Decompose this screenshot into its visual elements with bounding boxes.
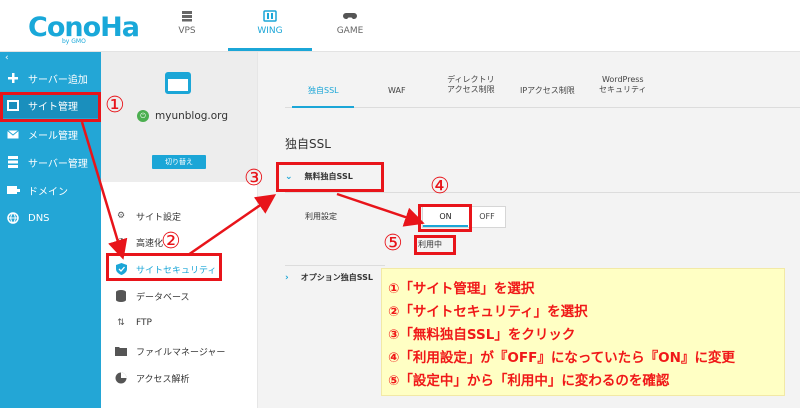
- arrow-2: [187, 194, 277, 257]
- note-step-1: ①「サイト管理」を選択: [388, 281, 535, 297]
- marker-2: ②: [161, 229, 181, 254]
- marker-3: ③: [244, 166, 264, 191]
- highlight-status: [414, 235, 456, 255]
- instruction-note: ①「サイト管理」を選択 ②「サイトセキュリティ」を選択 ③「無料独自SSL」をク…: [381, 268, 785, 396]
- arrow-3: [336, 192, 425, 227]
- note-step-2: ②「サイトセキュリティ」を選択: [388, 304, 588, 320]
- arrow-1: [80, 121, 128, 260]
- screenshot-stage: ConoHa by GMO VPS WING GAME ‹ サーバー追加 サイト…: [0, 0, 800, 408]
- highlight-free-ssl: [276, 162, 384, 192]
- note-step-3: ③「無料独自SSL」をクリック: [388, 327, 576, 343]
- marker-4: ④: [430, 174, 450, 199]
- highlight-toggle-on: [418, 204, 472, 232]
- highlight-site-management: [0, 92, 101, 122]
- marker-1: ①: [105, 93, 125, 118]
- highlight-site-security: [106, 253, 222, 281]
- marker-5: ⑤: [383, 231, 403, 256]
- note-step-4: ④「利用設定」が『OFF』になっていたら『ON』に変更: [388, 350, 735, 366]
- note-step-5: ⑤「設定中」から「利用中」に変わるのを確認: [388, 373, 670, 389]
